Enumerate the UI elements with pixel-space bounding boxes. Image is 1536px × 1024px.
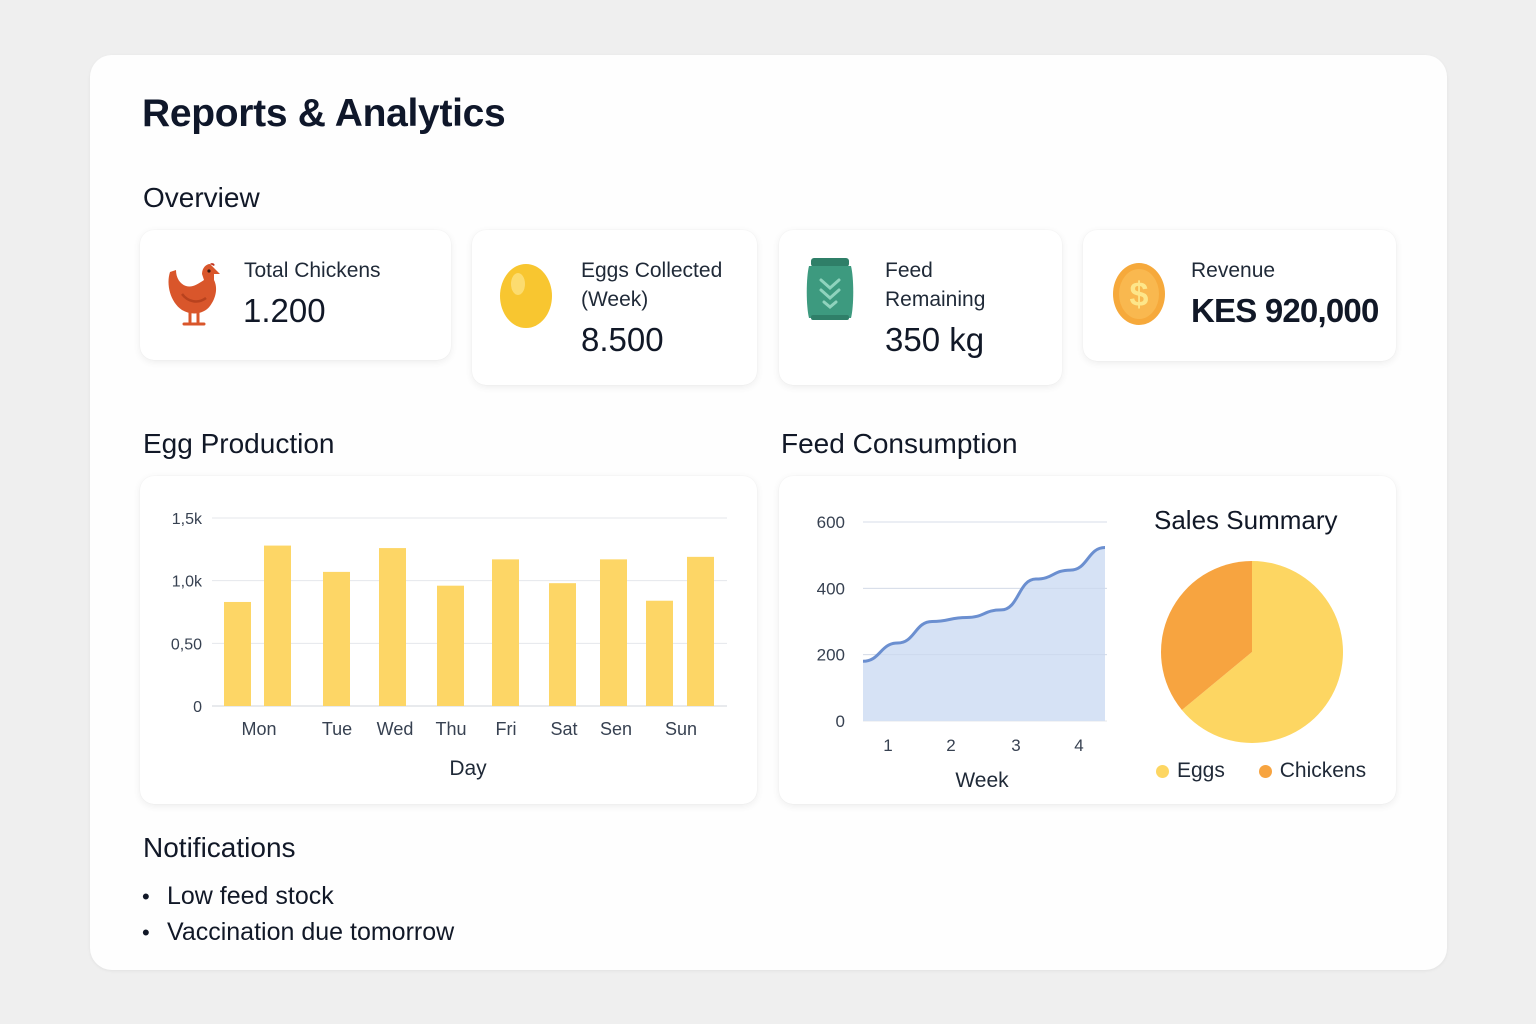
notification-text: Vaccination due tomorrow [167,918,455,946]
bar [437,585,464,706]
x-tick-label: 4 [1074,736,1083,755]
egg-production-bar-chart: 0 0,50 1,0k 1,5k Mon Tue Wed Thu Fri Sat Sen Sun Day [171,511,727,780]
x-axis-label: Day [449,757,487,780]
feed-remaining-value: 350 kg [885,321,985,358]
feed-consumption-title: Feed Consumption [781,428,1018,459]
svg-text:$: $ [1130,276,1149,314]
feed-consumption-panel: 0 200 400 600 1 2 3 4 Week Sales Summary Eggs Ch… [779,476,1396,804]
bar [379,548,406,706]
bar [323,571,350,706]
page-title: Reports & Analytics [142,92,506,135]
x-tick-label: Thu [435,719,466,739]
x-tick-label: Sun [665,719,697,739]
legend-eggs-swatch [1156,764,1169,778]
x-tick-label: 1 [883,736,892,755]
eggs-collected-label-line2: (Week) [581,288,649,311]
notifications-list: • Low feed stock • Vaccination due tomorro… [142,880,454,952]
total-chickens-value: 1.200 [243,292,326,329]
x-tick-label: Sen [600,719,632,739]
stat-card-revenue[interactable]: $ Revenue KES 920,000 [1083,230,1396,361]
y-tick-label: 600 [817,513,845,532]
bar [600,559,627,706]
bar [492,559,519,706]
y-tick-label: 1,5k [172,511,203,528]
bullet-icon: • [142,920,150,945]
y-tick-label: 0,50 [171,636,202,653]
total-chickens-label: Total Chickens [244,259,381,282]
egg-icon [498,256,554,333]
x-tick-label: Wed [377,719,414,739]
sales-summary-title: Sales Summary [1154,505,1338,535]
feed-bag-icon [805,258,855,327]
notification-text: Low feed stock [167,882,334,910]
y-tick-label: 0 [193,699,202,716]
x-tick-label: 3 [1011,736,1020,755]
bar [224,601,251,706]
y-tick-label: 200 [817,646,845,665]
egg-production-title: Egg Production [143,428,335,459]
y-tick-label: 1,0k [172,574,203,591]
x-tick-label: Sat [550,719,577,739]
revenue-label: Revenue [1191,259,1276,282]
sales-summary-pie-chart [1161,561,1343,743]
chicken-icon [164,262,224,337]
x-tick-label: 2 [946,736,955,755]
notification-item[interactable]: • Vaccination due tomorrow [142,916,454,952]
overview-title: Overview [143,182,260,213]
feed-consumption-area-chart: 0 200 400 600 1 2 3 4 Week [817,513,1107,792]
notification-item[interactable]: • Low feed stock [142,880,454,916]
stat-card-feed-remaining[interactable]: Feed Remaining 350 kg [779,230,1062,385]
legend-chickens-label: Chickens [1279,759,1367,782]
bar [646,600,673,706]
egg-production-panel: 0 0,50 1,0k 1,5k Mon Tue Wed Thu Fri Sat Sen Sun Day [140,476,757,804]
area-fill [863,547,1105,721]
x-axis-label: Week [955,769,1009,792]
feed-remaining-label-line2: Remaining [885,288,986,311]
x-tick-label: Mon [241,719,276,739]
stat-card-eggs-collected[interactable]: Eggs Collected (Week) 8.500 [472,230,757,385]
revenue-value: KES 920,000 [1191,292,1379,329]
y-tick-label: 0 [836,712,845,731]
bar [687,556,714,706]
notifications-title: Notifications [143,832,296,863]
y-tick-label: 400 [817,579,845,598]
stat-card-total-chickens[interactable]: Total Chickens 1.200 [140,230,451,360]
eggs-collected-label-line1: Eggs Collected [581,259,723,282]
bullet-icon: • [142,884,150,909]
legend-chickens-swatch [1258,764,1272,778]
feed-remaining-label-line1: Feed [885,259,933,282]
eggs-collected-value: 8.500 [581,321,664,358]
sales-legend: Eggs Chickens [1156,759,1366,783]
bar [264,545,291,706]
legend-eggs-label: Eggs [1177,759,1225,782]
dollar-coin-icon: $ [1111,258,1167,331]
bar [549,583,576,706]
x-tick-label: Fri [496,719,517,739]
x-tick-label: Tue [322,719,352,739]
